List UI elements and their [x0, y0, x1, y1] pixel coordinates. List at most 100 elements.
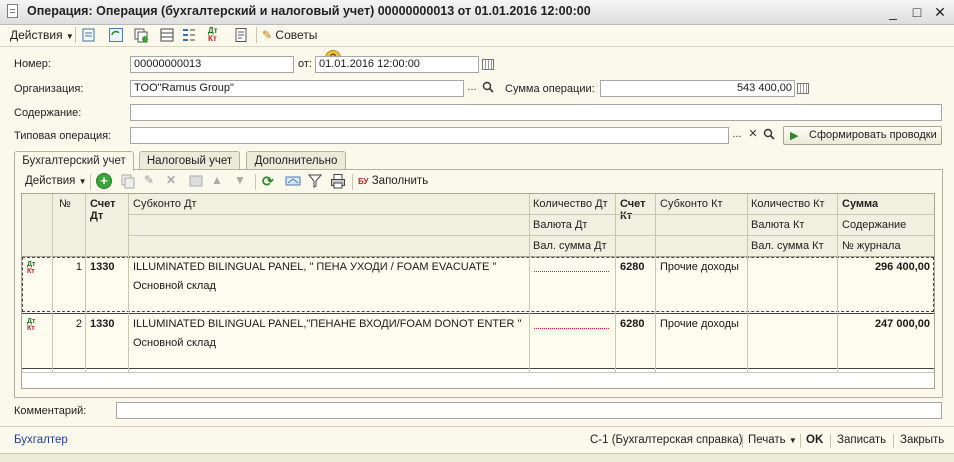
close-button[interactable]: ✕	[930, 3, 950, 21]
header-cur-sum-dt[interactable]: Вал. сумма Дт	[533, 240, 607, 252]
minimize-button[interactable]: _	[883, 3, 903, 21]
header-currency-dt[interactable]: Валюта Дт	[533, 219, 588, 231]
arrow-down-icon[interactable]: ▼	[234, 173, 250, 189]
print-menu-button[interactable]: Печать ▼	[748, 434, 797, 446]
row-subconto-dt-2[interactable]: Основной склад	[133, 337, 216, 349]
report-icon[interactable]	[233, 27, 249, 43]
copy-row-icon[interactable]	[120, 173, 136, 189]
number-field[interactable]: 00000000013	[130, 56, 294, 73]
chevron-down-icon: ▼	[78, 177, 87, 186]
play-icon: ▶	[790, 130, 799, 142]
date-field[interactable]: 01.01.2016 12:00:00	[315, 56, 479, 73]
sum-label: Сумма операции:	[505, 83, 595, 95]
typical-operation-field[interactable]	[130, 127, 729, 144]
table-actions-label: Действия	[25, 175, 76, 187]
row-qty-dt-empty[interactable]	[534, 328, 609, 329]
print-label: Печать	[748, 434, 786, 446]
comment-field[interactable]	[116, 402, 942, 419]
toolbar-separator	[256, 27, 257, 43]
structure-icon[interactable]	[181, 27, 197, 43]
row-sum[interactable]: 247 000,00	[840, 318, 930, 330]
advice-button[interactable]: ✎ Советы	[262, 26, 317, 44]
close-form-button[interactable]: Закрыть	[900, 434, 944, 446]
calculator-icon	[797, 83, 809, 94]
row-kt-account[interactable]: 6280	[620, 261, 644, 273]
header-dt-account[interactable]: Счет Дт	[90, 198, 126, 222]
sum-field[interactable]: 543 400,00	[600, 80, 795, 97]
dt-kt-swap-icon[interactable]	[285, 173, 301, 189]
header-kt-account[interactable]: Счет Кт	[620, 198, 654, 222]
fill-button[interactable]: БУ Заполнить	[358, 172, 428, 190]
content-field[interactable]	[130, 104, 942, 121]
header-num[interactable]: №	[59, 198, 71, 210]
delete-row-icon[interactable]: ✕	[166, 173, 182, 189]
generate-entries-button[interactable]: ▶ Сформировать проводки	[783, 126, 942, 145]
header-qty-dt[interactable]: Количество Дт	[533, 198, 608, 210]
row-dt-kt-icon: Дт Кт	[27, 261, 36, 275]
edit-row-icon[interactable]: ✎	[144, 173, 160, 189]
status-separator	[893, 434, 894, 448]
status-separator	[800, 434, 801, 448]
header-divider	[128, 235, 934, 236]
column-divider	[128, 194, 129, 372]
refresh-document-icon[interactable]	[108, 27, 124, 43]
arrow-up-icon[interactable]: ▲	[211, 173, 227, 189]
organization-label: Организация:	[14, 83, 84, 95]
list-view-icon[interactable]	[159, 27, 175, 43]
row-dt-account[interactable]: 1330	[90, 261, 114, 273]
header-currency-kt[interactable]: Валюта Кт	[751, 219, 805, 231]
actions-menu-button[interactable]: Действия ▼	[10, 26, 74, 44]
row-sum[interactable]: 296 400,00	[840, 261, 930, 273]
column-divider	[85, 194, 86, 372]
post-document-icon[interactable]	[81, 27, 97, 43]
date-label: от:	[298, 58, 312, 70]
row-subconto-dt-1[interactable]: ILLUMINATED BILINGUAL PANEL,"ПЕНАНЕ ВХОД…	[133, 318, 527, 330]
header-sum[interactable]: Сумма	[842, 198, 879, 210]
tab-accounting[interactable]: Бухгалтерский учет	[14, 151, 134, 171]
clear-icon[interactable]: ✕	[745, 127, 761, 144]
toolbar-separator	[352, 174, 353, 190]
copy-document-icon[interactable]	[133, 27, 149, 43]
calculator-button[interactable]	[795, 80, 811, 97]
generate-entries-label: Сформировать проводки	[809, 129, 937, 141]
organization-search-icon[interactable]	[480, 80, 496, 97]
print-table-icon[interactable]	[330, 173, 346, 189]
header-cur-sum-kt[interactable]: Вал. сумма Кт	[751, 240, 824, 252]
header-content[interactable]: Содержание	[842, 219, 907, 231]
maximize-button[interactable]: □	[907, 3, 927, 21]
header-subconto-dt[interactable]: Субконто Дт	[133, 198, 197, 210]
end-edit-icon[interactable]	[188, 173, 204, 189]
save-button[interactable]: Записать	[837, 434, 886, 446]
organization-field[interactable]: TOO"Ramus Group"	[130, 80, 464, 97]
advice-label: Советы	[275, 28, 318, 42]
table-actions-menu-button[interactable]: Действия ▼	[25, 172, 87, 190]
status-separator	[742, 434, 743, 448]
report-button[interactable]: С-1 (Бухгалтерская справка)	[590, 434, 743, 446]
refresh-icon[interactable]: ⟳	[262, 173, 278, 189]
row-subconto-dt-1[interactable]: ILLUMINATED BILINGUAL PANEL, " ПЕНА УХОД…	[133, 261, 527, 273]
typical-operation-search-icon[interactable]	[761, 127, 777, 144]
dt-kt-icon[interactable]: Дт Кт	[208, 27, 224, 43]
ok-button[interactable]: OK	[806, 434, 823, 446]
fill-label: Заполнить	[371, 175, 429, 187]
add-row-icon[interactable]: +	[96, 173, 112, 189]
row-subconto-kt[interactable]: Прочие доходы	[660, 261, 739, 273]
filter-icon[interactable]	[307, 173, 324, 189]
organization-select-button[interactable]: ...	[464, 80, 480, 97]
row-subconto-dt-2[interactable]: Основной склад	[133, 280, 216, 292]
header-qty-kt[interactable]: Количество Кт	[751, 198, 825, 210]
column-divider	[52, 194, 53, 372]
typical-operation-select-button[interactable]: ...	[729, 127, 745, 144]
row-dt-kt-icon: Дт Кт	[27, 318, 36, 332]
row-dt-account[interactable]: 1330	[90, 318, 114, 330]
row-kt-account[interactable]: 6280	[620, 318, 644, 330]
row-subconto-kt[interactable]: Прочие доходы	[660, 318, 739, 330]
calendar-button[interactable]	[480, 56, 496, 73]
header-subconto-kt[interactable]: Субконто Кт	[660, 198, 723, 210]
column-divider	[655, 194, 656, 372]
tab-tax[interactable]: Налоговый учет	[139, 151, 240, 170]
row-qty-dt-empty[interactable]	[534, 271, 609, 272]
header-journal[interactable]: № журнала	[842, 240, 901, 252]
tab-additional[interactable]: Дополнительно	[246, 151, 346, 170]
entries-table: № Счет Дт Субконто Дт Количество Дт Валю…	[21, 193, 935, 389]
